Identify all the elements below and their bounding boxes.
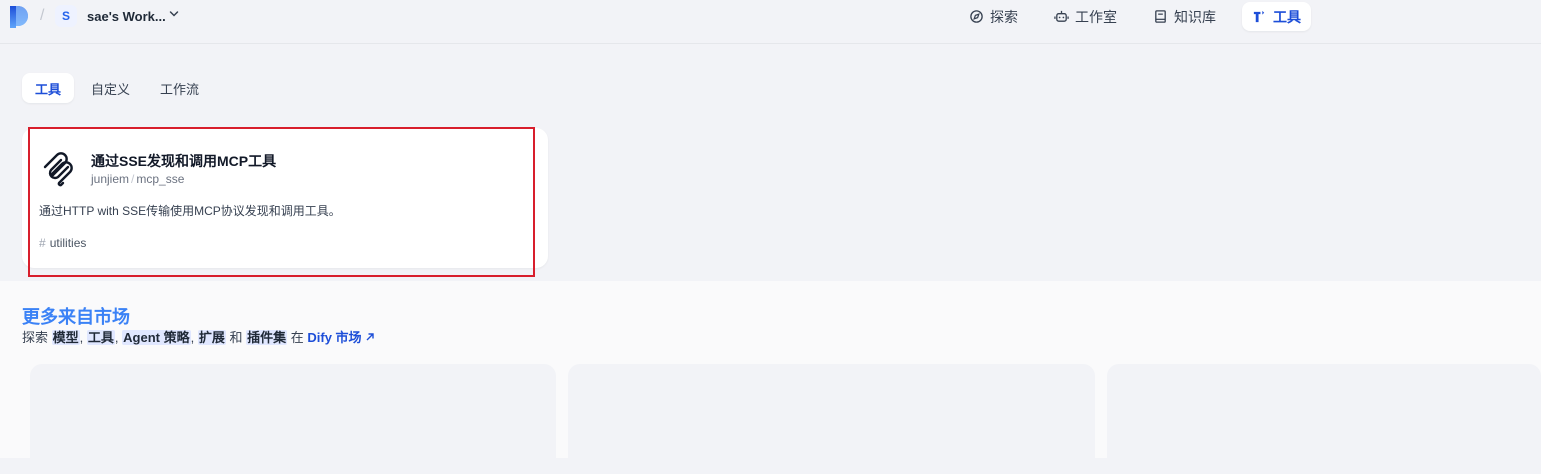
tool-title: 通过SSE发现和调用MCP工具 [91,153,277,169]
dify-logo-icon[interactable] [8,6,28,28]
and-word: 和 [229,330,243,345]
tool-org-name: junjiem / mcp_sse [91,172,184,186]
breadcrumb-separator: / [40,7,45,24]
market-item-bundles: 插件集 [246,330,288,345]
nav-explore[interactable]: 探索 [959,2,1028,31]
workspace-name[interactable]: sae's Work... [87,9,166,24]
tool-author: junjiem [91,172,130,186]
marketplace-title: 更多来自市场 [22,307,130,327]
main-nav: 探索 工作室 知识库 工具 [959,2,1327,31]
tab-custom[interactable]: 自定义 [78,73,143,103]
robot-icon [1054,10,1069,22]
book-icon [1155,10,1166,23]
market-item-extensions: 扩展 [197,330,226,345]
hash-icon: # [39,236,46,250]
market-item-agent-strategies: Agent 策略 [122,330,191,345]
marketplace-subtitle: 探索 模型, 工具, Agent 策略, 扩展 和 插件集 在 Dify 市场 [22,327,375,346]
mcp-icon [43,152,73,187]
nav-explore-label: 探索 [990,8,1018,25]
in-word: 在 [290,330,304,345]
nav-tools[interactable]: 工具 [1242,2,1311,31]
nav-tools-label: 工具 [1273,8,1301,25]
chevron-down-icon[interactable] [169,9,179,19]
workspace-avatar[interactable]: S [55,5,77,27]
market-item-models: 模型 [51,330,80,345]
tool-icon [1253,10,1265,23]
tab-workflow[interactable]: 工作流 [147,73,212,103]
nav-studio[interactable]: 工作室 [1044,2,1127,31]
comma: , [79,330,87,345]
marketplace-section: 更多来自市场 探索 模型, 工具, Agent 策略, 扩展 和 插件集 在 D… [0,281,1541,474]
nav-studio-label: 工作室 [1075,8,1117,25]
comma: , [190,330,198,345]
dify-marketplace-link[interactable]: Dify 市场 [307,330,375,345]
tab-builtin-tools[interactable]: 工具 [22,73,75,103]
marketplace-prefix: 探索 [22,330,49,345]
org-separator: / [131,172,135,186]
market-item-tools: 工具 [86,330,115,345]
compass-icon [970,10,983,23]
tool-tag: # utilities [39,236,86,250]
nav-knowledge-label: 知识库 [1174,8,1216,25]
tool-description: 通过HTTP with SSE传输使用MCP协议发现和调用工具。 [39,204,341,218]
tools-tabs: 工具 自定义 工作流 [22,73,212,103]
tool-card[interactable]: 通过SSE发现和调用MCP工具 junjiem / mcp_sse 通过HTTP w… [22,128,548,268]
nav-knowledge[interactable]: 知识库 [1143,2,1226,31]
tool-name: mcp_sse [136,172,185,186]
tool-tag-label: utilities [49,236,87,250]
arrow-up-right-icon [366,333,374,341]
dify-marketplace-link-label: Dify 市场 [307,330,362,345]
top-navigation-bar: / S sae's Work... 探索 工作室 知识库 工具 [0,0,1541,44]
